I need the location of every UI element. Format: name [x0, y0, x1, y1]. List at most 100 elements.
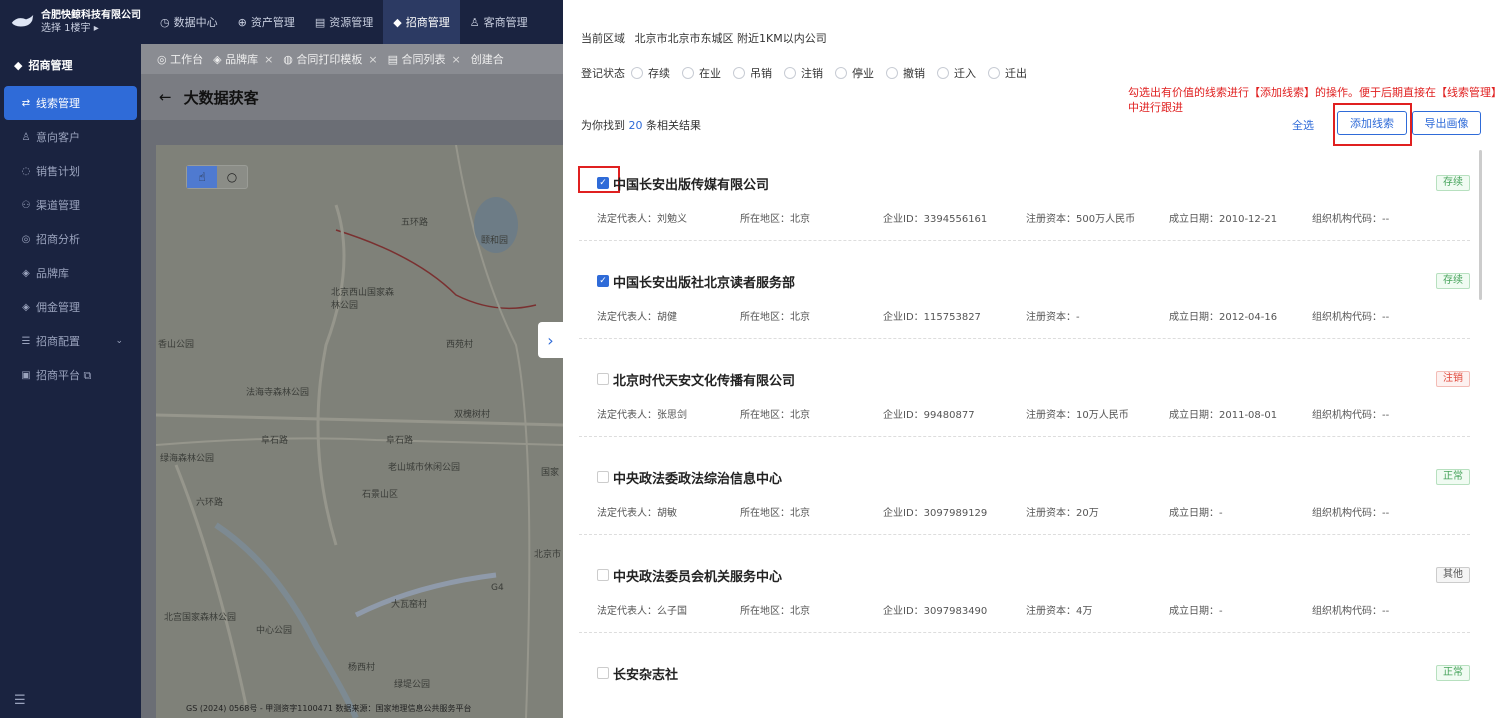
result-count: 为你找到 20 条相关结果 [581, 119, 701, 132]
field-label: 注册资本： [1026, 410, 1076, 421]
sidebar-item-intent-customers[interactable]: ♙ 意向客户 [4, 120, 137, 154]
company-card[interactable]: 中央政法委员会机关服务中心 其他 法定代表人：么子国 所在地区：北京 企业ID：3097… [579, 535, 1470, 633]
sidebar-item-commission[interactable]: ◈ 佣金管理 [4, 290, 137, 324]
checkbox[interactable] [597, 667, 609, 679]
nav-resource-management[interactable]: ▤ 资源管理 [305, 0, 383, 44]
top-nav: ◷ 数据中心 ⊕ 资产管理 ▤ 资源管理 ◆ 招商管理 ♙ 客商管理 [150, 0, 538, 44]
field-value: -- [1382, 508, 1390, 519]
field-label: 企业ID： [883, 214, 924, 225]
sidebar-item-channels[interactable]: ⚇ 渠道管理 [4, 188, 137, 222]
checkbox[interactable] [597, 373, 609, 385]
map-label: 五环路 [401, 218, 429, 228]
status-radio[interactable]: 在业 [682, 65, 721, 81]
close-icon[interactable]: × [368, 53, 377, 66]
sidebar-item-brand-library[interactable]: ◈ 品牌库 [4, 256, 137, 290]
field-label: 注册资本： [1026, 508, 1076, 519]
company-card[interactable]: 北京时代天安文化传播有限公司 注销 法定代表人：张思剑 所在地区：北京 企业ID：994… [579, 339, 1470, 437]
company-name[interactable]: 中央政法委员会机关服务中心 [613, 566, 782, 585]
field-date: 成立日期：- [1169, 602, 1223, 617]
field-value: 3394556161 [923, 214, 988, 225]
sidebar-item-leads[interactable]: ⇄ 线索管理 [4, 86, 137, 120]
company-card[interactable]: ✓ 中国长安出版社北京读者服务部 存续 法定代表人：胡健 所在地区：北京 企业ID：115… [579, 241, 1470, 339]
field-label: 组织机构代码： [1312, 410, 1382, 421]
map-label: 中心公园 [256, 626, 293, 636]
map-label: 北宫国家森林公园 [164, 613, 237, 623]
plan-icon: ◌ [21, 165, 31, 177]
channel-icon: ⚇ [21, 199, 31, 211]
checkbox-checked[interactable]: ✓ [597, 177, 609, 189]
platform-icon: ▣ [21, 369, 31, 381]
status-badge: 正常 [1436, 665, 1470, 681]
logo[interactable]: 合肥快鲸科技有限公司 选择 1楼宇 ▸ [0, 0, 141, 44]
company-name[interactable]: 中国长安出版社北京读者服务部 [613, 272, 795, 291]
status-radio[interactable]: 撤销 [886, 65, 925, 81]
status-radio[interactable]: 停业 [835, 65, 874, 81]
tab-create-contract[interactable]: 创建合 [471, 51, 504, 67]
export-profile-button[interactable]: 导出画像 [1412, 111, 1481, 135]
nav-customer-management[interactable]: ♙ 客商管理 [460, 0, 538, 44]
field-value: 北京 [790, 214, 810, 225]
map-pointer-tool[interactable]: ☝ [187, 166, 217, 188]
company-name[interactable]: 北京时代天安文化传播有限公司 [613, 370, 795, 389]
field-area: 所在地区：北京 [740, 406, 810, 421]
field-capital: 注册资本：10万人民币 [1026, 406, 1129, 421]
map-roads [156, 145, 563, 718]
map[interactable]: ☝ ○ 五环路 颐和园 北京西山国家森林公园 香山公园 西苑村 法海寺森林公园 … [156, 145, 563, 718]
drawer-toggle-button[interactable]: › [538, 322, 563, 358]
field-value: 115753827 [923, 312, 981, 323]
field-value: 3097983490 [923, 606, 988, 617]
collapse-menu-icon[interactable]: ☰ [14, 693, 26, 708]
sidebar-header: ◆ 招商管理 [14, 58, 73, 73]
select-all-link[interactable]: 全选 [1292, 117, 1314, 133]
target-icon: ◎ [21, 233, 31, 245]
field-label: 企业ID： [883, 606, 924, 617]
company-name[interactable]: 中央政法委政法综治信息中心 [613, 468, 782, 487]
sidebar-item-analysis[interactable]: ◎ 招商分析 [4, 222, 137, 256]
field-value: -- [1382, 312, 1390, 323]
company-name[interactable]: 长安杂志社 [613, 664, 678, 683]
nav-investment-management[interactable]: ◆ 招商管理 [383, 0, 460, 44]
nav-data-center[interactable]: ◷ 数据中心 [150, 0, 228, 44]
field-value: 10万人民币 [1076, 410, 1129, 421]
status-radio[interactable]: 迁出 [988, 65, 1027, 81]
radio-circle [835, 67, 847, 79]
status-radio[interactable]: 迁入 [937, 65, 976, 81]
status-radio[interactable]: 吊销 [733, 65, 772, 81]
field-id: 企业ID：3097989129 [883, 504, 987, 519]
back-arrow-icon[interactable]: ← [159, 88, 172, 106]
sidebar-item-config[interactable]: ☰ 招商配置 ⌄ [4, 324, 137, 358]
field-org: 组织机构代码：-- [1312, 504, 1389, 519]
sidebar-item-sales-plan[interactable]: ◌ 销售计划 [4, 154, 137, 188]
sidebar-item-platform[interactable]: ▣ 招商平台 ⧉ [4, 358, 137, 392]
checkbox-checked[interactable]: ✓ [597, 275, 609, 287]
field-value: 北京 [790, 410, 810, 421]
status-radio[interactable]: 注销 [784, 65, 823, 81]
tab-contract-template[interactable]: ◍ 合同打印模板 × [283, 51, 377, 67]
nav-asset-management[interactable]: ⊕ 资产管理 [228, 0, 305, 44]
field-label: 注册资本： [1026, 312, 1076, 323]
tab-contract-list[interactable]: ▤ 合同列表 × [388, 51, 461, 67]
field-area: 所在地区：北京 [740, 210, 810, 225]
company-card[interactable]: 中央政法委政法综治信息中心 正常 法定代表人：胡敏 所在地区：北京 企业ID：30979… [579, 437, 1470, 535]
field-label: 企业ID： [883, 312, 924, 323]
close-icon[interactable]: × [452, 53, 461, 66]
radio-circle [682, 67, 694, 79]
field-id: 企业ID：99480877 [883, 406, 975, 421]
map-circle-tool[interactable]: ○ [217, 166, 247, 188]
tab-brand-library[interactable]: ◈ 品牌库 × [213, 51, 273, 67]
company-name[interactable]: 中国长安出版传媒有限公司 [613, 174, 769, 193]
radio-circle [886, 67, 898, 79]
company-card[interactable]: ✓ 中国长安出版传媒有限公司 存续 法定代表人：刘勉义 所在地区：北京 企业ID：3394… [579, 143, 1470, 241]
floor-selector[interactable]: 选择 1楼宇 ▸ [41, 22, 141, 35]
company-card[interactable]: 长安杂志社 正常 [579, 633, 1470, 718]
checkbox[interactable] [597, 569, 609, 581]
checkbox[interactable] [597, 471, 609, 483]
field-value: 3097989129 [923, 508, 988, 519]
field-label: 成立日期： [1169, 312, 1219, 323]
map-label: G4 [491, 583, 504, 593]
close-icon[interactable]: × [264, 53, 273, 66]
map-label: 大瓦窑村 [391, 600, 428, 610]
exchange-icon: ⇄ [21, 97, 31, 109]
status-radio[interactable]: 存续 [631, 65, 670, 81]
tab-workbench[interactable]: ◎ 工作台 [157, 51, 203, 67]
